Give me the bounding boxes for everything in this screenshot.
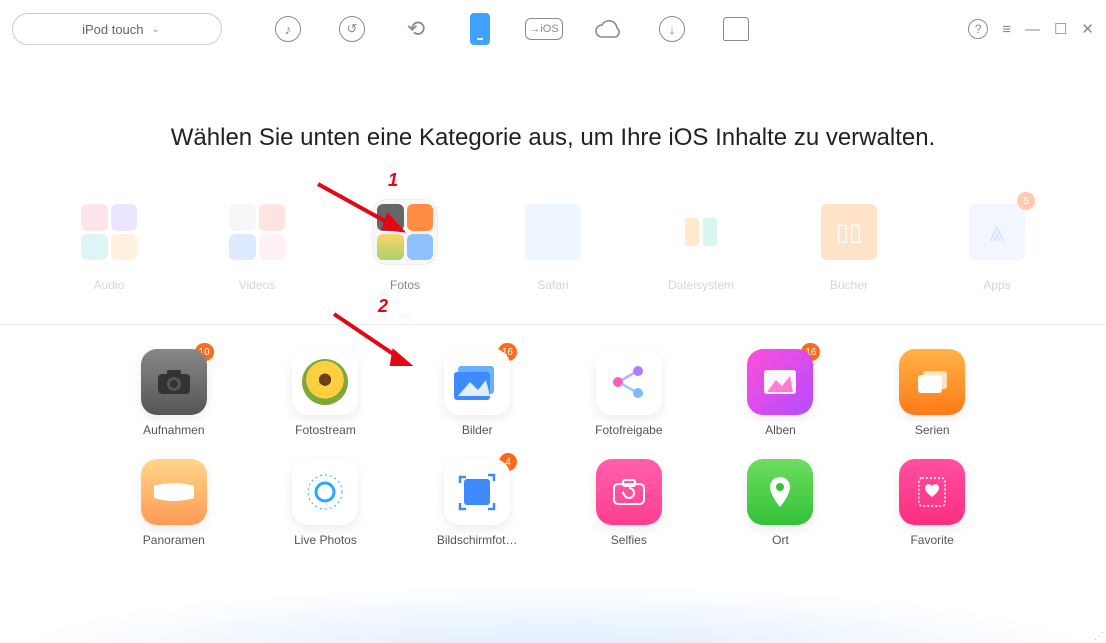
close-button[interactable]: ✕ [1081,20,1094,38]
device-tab-icon[interactable] [462,11,498,47]
device-name: iPod touch [82,22,143,37]
sub-live-photos[interactable]: Live Photos [272,459,380,547]
category-audio[interactable]: Audio [69,200,149,294]
decorative-glow [0,583,1106,643]
sub-alben[interactable]: 16 Alben [727,349,835,437]
wifi-icon[interactable]: ⟲ [398,11,434,47]
help-icon[interactable]: ? [968,19,988,39]
category-apps[interactable]: 5 ⩓ Apps [957,200,1037,294]
category-videos[interactable]: Videos [217,200,297,294]
category-dateisystem[interactable]: Dateisystem [661,200,741,294]
page-title: Wählen Sie unten eine Kategorie aus, um … [0,124,1106,152]
sub-ort[interactable]: Ort [727,459,835,547]
toolbar-icons: ♪ ↺ ⟲ →iOS ↓ [270,11,754,47]
history-icon[interactable]: ↺ [334,11,370,47]
music-icon[interactable]: ♪ [270,11,306,47]
subcategory-area: 10 Aufnahmen Fotostream 16 Bilder Fotofr… [0,325,1106,547]
category-buecher[interactable]: ▯▯ Bücher [809,200,889,294]
cloud-icon[interactable] [590,11,626,47]
device-selector[interactable]: iPod touch ⌄ [12,13,222,45]
resize-grip[interactable]: ⋰ [1094,631,1104,641]
window-controls: ? ≡ — ☐ ✕ [968,19,1094,39]
to-ios-icon[interactable]: →iOS [526,11,562,47]
category-row: Audio Videos Fotos Safari Dateisystem ▯▯… [0,200,1106,325]
category-safari[interactable]: Safari [513,200,593,294]
sub-serien[interactable]: Serien [878,349,986,437]
maximize-button[interactable]: ☐ [1054,20,1067,38]
sub-fotofreigabe[interactable]: Fotofreigabe [575,349,683,437]
sub-panoramen[interactable]: Panoramen [120,459,228,547]
minimize-button[interactable]: — [1025,21,1040,38]
sub-selfies[interactable]: Selfies [575,459,683,547]
sub-bilder[interactable]: 16 Bilder [423,349,531,437]
download-icon[interactable]: ↓ [654,11,690,47]
toolbar: iPod touch ⌄ ♪ ↺ ⟲ →iOS ↓ ? ≡ — ☐ ✕ [0,0,1106,58]
sub-aufnahmen[interactable]: 10 Aufnahmen [120,349,228,437]
sub-favorite[interactable]: Favorite [878,459,986,547]
sub-fotostream[interactable]: Fotostream [272,349,380,437]
skin-icon[interactable] [718,11,754,47]
chevron-down-icon: ⌄ [152,24,160,35]
category-fotos[interactable]: Fotos [365,200,445,294]
menu-icon[interactable]: ≡ [1002,21,1011,38]
sub-bildschirmfoto[interactable]: 4 Bildschirmfot… [423,459,531,547]
annotation-label-1: 1 [388,170,398,191]
